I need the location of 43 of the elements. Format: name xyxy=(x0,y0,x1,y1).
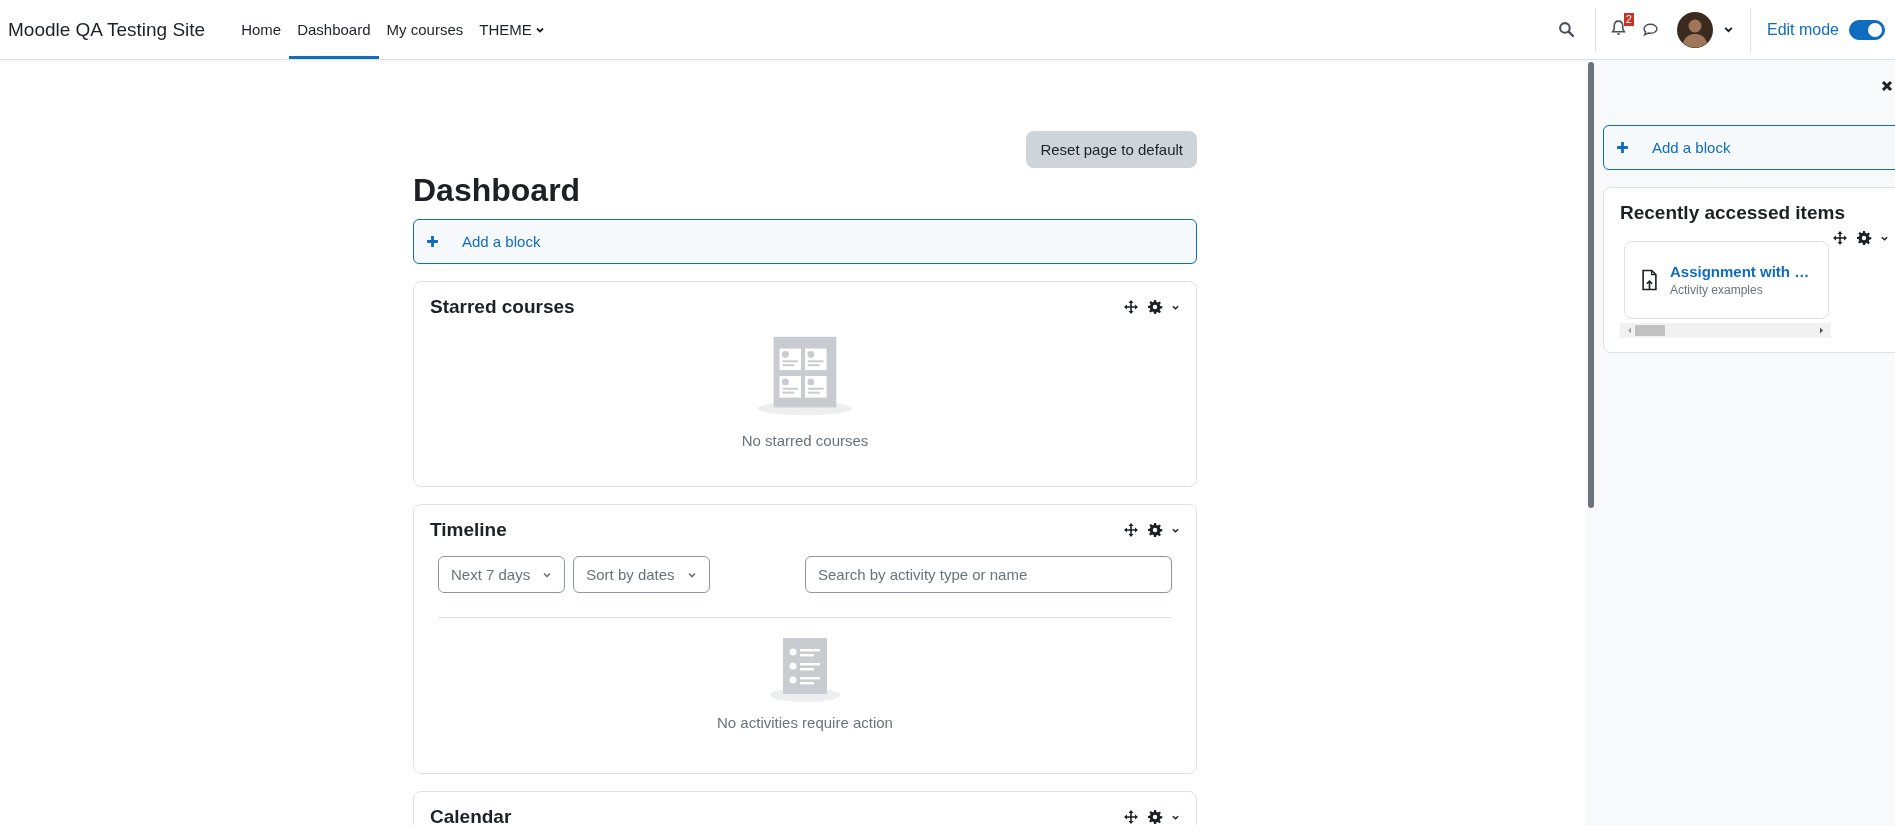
course-name: Activity examples xyxy=(1670,283,1764,297)
nav-link[interactable]: Dashboard xyxy=(289,3,379,59)
gear-icon[interactable] xyxy=(1856,230,1872,246)
nav-link[interactable]: Home xyxy=(233,3,290,59)
page-title: Dashboard xyxy=(413,172,582,209)
add-block-button[interactable]: Add a block xyxy=(413,219,1197,264)
add-block-button[interactable]: Add a block xyxy=(1603,125,1895,170)
block-title: Starred courses xyxy=(430,296,575,318)
block-title: Recently accessed items xyxy=(1620,202,1846,224)
nav-dropdown[interactable]: THEME xyxy=(471,3,553,59)
filter-dropdown[interactable]: Sort by dates xyxy=(573,556,710,593)
gear-icon[interactable] xyxy=(1147,809,1163,825)
move-icon[interactable] xyxy=(1123,809,1139,825)
plus-icon xyxy=(1616,141,1629,154)
move-icon[interactable] xyxy=(1832,230,1848,246)
plus-icon xyxy=(426,235,439,248)
edit-mode-label: Edit mode xyxy=(1766,20,1839,39)
reset-page-button[interactable]: Reset page to default xyxy=(1026,131,1197,168)
chat-icon[interactable] xyxy=(1641,21,1659,38)
empty-message: No activities require action xyxy=(717,714,893,731)
block-title: Calendar xyxy=(430,806,512,825)
move-icon[interactable] xyxy=(1123,522,1139,538)
gear-icon[interactable] xyxy=(1147,299,1163,315)
nav-link[interactable]: My courses xyxy=(378,3,472,59)
site-name[interactable]: Moodle QA Testing Site xyxy=(8,18,206,41)
recent-item-card[interactable]: Assignment with … Activity examples xyxy=(1624,241,1829,319)
block-title: Timeline xyxy=(430,519,507,541)
file-upload-icon xyxy=(1641,269,1658,291)
avatar[interactable] xyxy=(1676,11,1713,48)
search-icon[interactable] xyxy=(1557,21,1575,38)
edit-mode-toggle[interactable] xyxy=(1849,19,1885,40)
scrollbar-drawing[interactable] xyxy=(1588,62,1594,508)
bell-icon[interactable] xyxy=(1609,19,1627,36)
close-icon[interactable] xyxy=(1881,80,1893,92)
filter-dropdown[interactable]: Next 7 days xyxy=(438,556,566,593)
move-icon[interactable] xyxy=(1123,299,1139,315)
horizontal-scrollbar-drawing[interactable] xyxy=(1620,323,1831,338)
item-link[interactable]: Assignment with … xyxy=(1670,263,1810,280)
gear-icon[interactable] xyxy=(1147,522,1163,538)
search-field[interactable]: Search by activity type or name xyxy=(805,556,1172,593)
activities-illustration xyxy=(769,638,841,702)
empty-message: No starred courses xyxy=(741,432,869,449)
notification-count: 2 xyxy=(1623,13,1634,26)
